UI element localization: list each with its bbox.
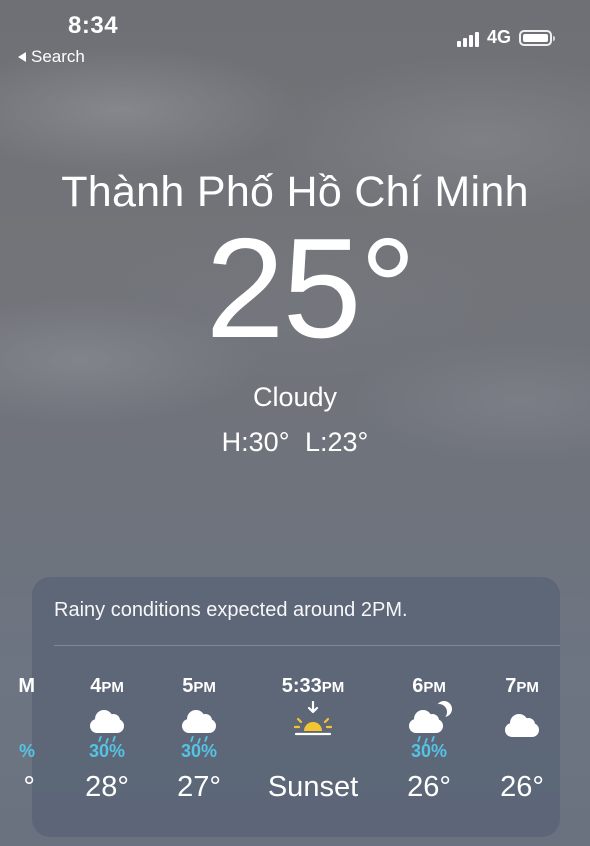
cellular-signal-icon: [456, 29, 479, 47]
hour-temperature: 26°: [500, 771, 544, 803]
hour-temperature: Sunset: [267, 771, 359, 803]
status-time: 8:34: [68, 12, 119, 39]
back-to-search-button[interactable]: Search: [18, 47, 85, 67]
back-label: Search: [31, 47, 85, 66]
card-divider: [54, 645, 560, 646]
forecast-summary: Rainy conditions expected around 2PM.: [54, 599, 408, 621]
back-arrow-icon: [18, 52, 26, 62]
cloud-icon: [467, 705, 577, 741]
high-low-temperature: H:30° L:23°: [221, 427, 369, 457]
hourly-item[interactable]: 5PM 30% 27°: [144, 675, 254, 804]
network-type: 4G: [486, 27, 511, 47]
cloud-rain-icon: [144, 705, 254, 744]
hourly-forecast-card[interactable]: Rainy conditions expected around 2PM. M …: [18, 577, 560, 837]
battery-icon: [519, 29, 555, 46]
precip-percent: [258, 741, 368, 765]
hour-label: 5PM: [182, 675, 216, 697]
hourly-item[interactable]: 7PM 26°: [467, 675, 577, 804]
precip-percent: [467, 741, 577, 765]
hourly-item-sunset[interactable]: 5:33PM Sunset: [258, 675, 368, 804]
precip-percent: 30%: [180, 741, 218, 761]
hour-temperature: 27°: [177, 771, 221, 803]
sunset-icon: [258, 701, 368, 741]
hour-label: 5:33PM: [281, 675, 345, 697]
current-temperature: 25°: [205, 209, 417, 368]
condition-text: Cloudy: [252, 382, 338, 412]
hour-label: 7PM: [505, 675, 539, 697]
